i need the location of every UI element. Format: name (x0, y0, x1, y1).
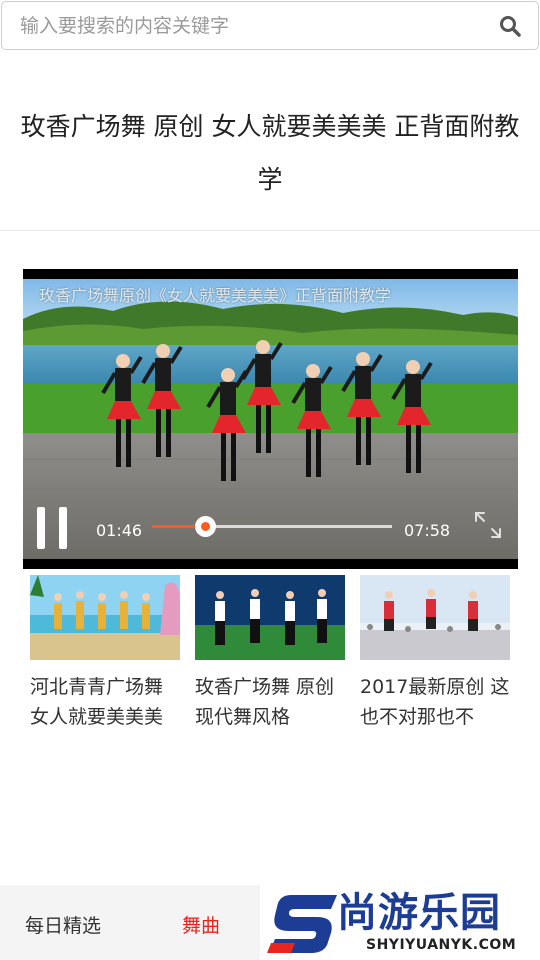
video-thumbnail (360, 575, 510, 660)
bottom-nav: 每日精选 舞曲 尚游乐园 SHYIYUANYK.COM (0, 885, 540, 960)
video-thumbnail (195, 575, 345, 660)
search-bar (1, 1, 539, 50)
title-area: 玫香广场舞 原创 女人就要美美美 正背面附教学 (0, 100, 540, 206)
logo-text: 尚游乐园 (337, 890, 501, 936)
current-time: 01:46 (96, 521, 143, 540)
related-video-title: 玫香广场舞 原创现代舞风格 (195, 676, 335, 728)
pause-button[interactable] (37, 507, 69, 549)
site-logo: 尚游乐园 SHYIYUANYK.COM (260, 885, 540, 960)
tab-daily-picks[interactable]: 每日精选 (25, 911, 101, 938)
related-video-card[interactable]: 玫香广场舞 原创现代舞风格 (195, 575, 345, 732)
related-video-card[interactable]: 河北青青广场舞 女人就要美美美 (30, 575, 180, 732)
related-video-title: 河北青青广场舞 女人就要美美美 (30, 676, 164, 728)
tab-dance-music[interactable]: 舞曲 (182, 911, 220, 938)
logo-domain: SHYIYUANYK.COM (366, 937, 517, 953)
related-video-title: 2017最新原创 这也不对那也不 (360, 676, 510, 728)
pause-icon (37, 507, 45, 549)
search-icon[interactable] (498, 14, 522, 38)
search-input[interactable] (20, 2, 480, 49)
video-caption: 玫香广场舞原创《女人就要美美美》正背面附教学 (39, 286, 392, 305)
total-time: 07:58 (404, 521, 451, 540)
seek-handle[interactable] (194, 516, 216, 537)
related-video-card[interactable]: 2017最新原创 这也不对那也不 (360, 575, 510, 732)
page-title: 玫香广场舞 原创 女人就要美美美 正背面附教学 (20, 112, 520, 194)
logo-s-mark (267, 895, 337, 953)
seek-bar[interactable] (152, 516, 392, 537)
video-player[interactable]: 玫香广场舞原创《女人就要美美美》正背面附教学 01:46 07:58 (23, 269, 518, 569)
fullscreen-icon[interactable] (473, 510, 503, 540)
video-frame (23, 279, 518, 559)
divider (0, 230, 540, 231)
video-thumbnail (30, 575, 180, 660)
